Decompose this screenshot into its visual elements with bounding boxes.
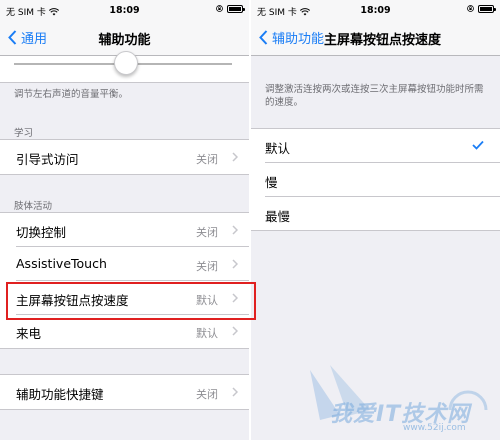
speed-description: 调整激活连按两次或连按三次主屏幕按钮功能时所需的速度。 bbox=[265, 84, 484, 108]
row-value-assistive-touch: 关闭 bbox=[196, 260, 218, 273]
battery-icon bbox=[478, 4, 496, 13]
status-bar: 无 SIM 卡 18:09 bbox=[251, 0, 500, 20]
row-label-guided-access: 引导式访问 bbox=[16, 152, 79, 167]
row-value-incoming-call: 默认 bbox=[196, 327, 218, 340]
status-time: 18:09 bbox=[360, 5, 391, 16]
chevron-right-icon bbox=[232, 152, 238, 162]
watermark-url: www.52ij.com bbox=[403, 423, 466, 433]
row-value-guided-access: 关闭 bbox=[196, 153, 218, 166]
balance-slider-thumb[interactable] bbox=[114, 51, 138, 75]
section-header-physical: 肢体活动 bbox=[14, 201, 53, 212]
row-value-switch-control: 关闭 bbox=[196, 226, 218, 239]
option-slowest[interactable]: 最慢 bbox=[265, 206, 290, 225]
chevron-right-icon bbox=[232, 259, 238, 269]
orientation-lock-icon bbox=[216, 5, 223, 12]
battery-icon bbox=[227, 4, 245, 13]
section-header-learning: 学习 bbox=[14, 128, 34, 139]
chevron-right-icon bbox=[232, 326, 238, 336]
chevron-right-icon bbox=[232, 387, 238, 397]
accessibility-screen: 无 SIM 卡 18:09 通用 辅助功能 调节左右声道的音量平衡。 学习 引导… bbox=[0, 0, 249, 440]
checkmark-icon bbox=[472, 140, 484, 150]
chevron-right-icon bbox=[232, 225, 238, 235]
back-button[interactable]: 辅助功能 bbox=[259, 28, 324, 47]
balance-note: 调节左右声道的音量平衡。 bbox=[14, 89, 129, 100]
nav-bar: 辅助功能 主屏幕按钮点按速度 bbox=[251, 20, 500, 56]
chevron-left-icon bbox=[259, 30, 268, 45]
row-value-shortcut: 关闭 bbox=[196, 388, 218, 401]
status-time: 18:09 bbox=[109, 5, 140, 16]
page-title: 辅助功能 bbox=[98, 33, 151, 48]
status-bar: 无 SIM 卡 18:09 bbox=[0, 0, 249, 20]
highlight-box bbox=[6, 282, 256, 320]
page-title: 主屏幕按钮点按速度 bbox=[324, 33, 442, 48]
row-label-shortcut: 辅助功能快捷键 bbox=[16, 387, 104, 402]
orientation-lock-icon bbox=[467, 5, 474, 12]
row-label-incoming-call[interactable]: 来电 bbox=[16, 323, 41, 342]
back-label: 辅助功能 bbox=[272, 32, 325, 47]
row-label-switch-control[interactable]: 切换控制 bbox=[16, 222, 66, 241]
option-default[interactable]: 默认 bbox=[265, 138, 290, 157]
option-slow[interactable]: 慢 bbox=[265, 172, 278, 191]
row-label-assistive-touch[interactable]: AssistiveTouch bbox=[16, 256, 107, 271]
